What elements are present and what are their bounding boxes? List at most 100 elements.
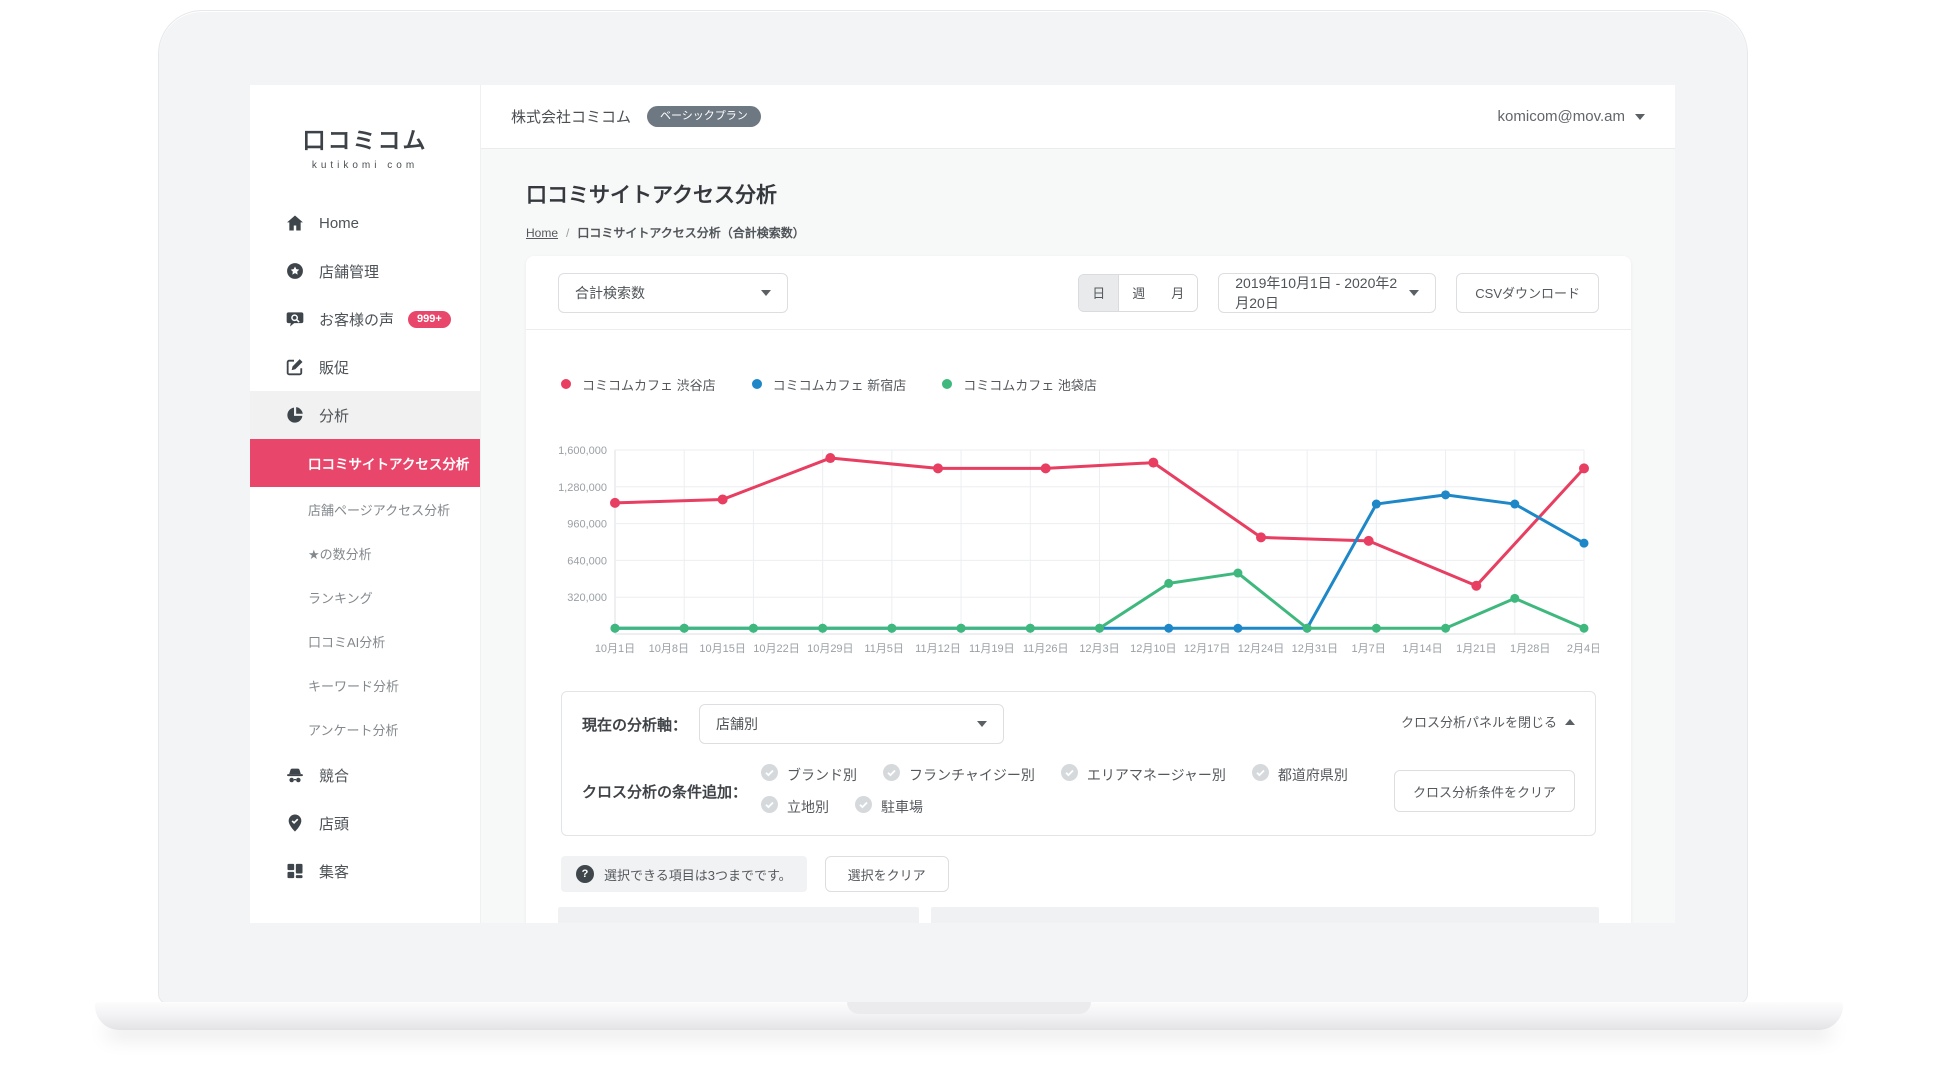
legend-dot xyxy=(942,379,953,389)
data-point[interactable] xyxy=(1371,623,1381,633)
breadcrumb-home-link[interactable]: Home xyxy=(526,226,558,240)
period-option-週[interactable]: 週 xyxy=(1119,274,1159,311)
data-point[interactable] xyxy=(1579,623,1589,633)
sidebar-subitem-review-ai[interactable]: 口コミAI分析 xyxy=(250,619,480,663)
sidebar-subitem-label: ランキング xyxy=(308,590,373,606)
checkbox-circle-icon xyxy=(1251,764,1269,786)
data-point[interactable] xyxy=(1025,623,1035,633)
sidebar-subitem-label: 店舗ページアクセス分析 xyxy=(308,502,451,518)
clear-selection-button[interactable]: 選択をクリア xyxy=(824,856,949,892)
data-point[interactable] xyxy=(1302,623,1312,633)
condition-label: ブランド別 xyxy=(787,767,858,783)
sidebar-item-customer-voice[interactable]: お客様の声 999+ xyxy=(250,295,480,343)
app-screen: 口コミコム kutikomi com Home 店舗管理 お客様の声 999+ 販促 分析… xyxy=(250,85,1675,923)
data-point[interactable] xyxy=(825,453,836,464)
sidebar-subitem-store-page-access[interactable]: 店舗ページアクセス分析 xyxy=(250,487,480,531)
svg-text:320,000: 320,000 xyxy=(567,592,607,604)
logo-subtext: kutikomi com xyxy=(311,160,419,171)
sidebar-subitem-review-site-access[interactable]: 口コミサイトアクセス分析 xyxy=(250,439,480,487)
csv-download-button[interactable]: CSVダウンロード xyxy=(1456,272,1599,313)
data-point[interactable] xyxy=(1579,463,1589,474)
sidebar-item-store-management[interactable]: 店舗管理 xyxy=(250,247,480,295)
sidebar-item-home[interactable]: Home xyxy=(250,199,480,247)
sidebar-subitem-ranking[interactable]: ランキング xyxy=(250,575,480,619)
sidebar-item-label: Home xyxy=(319,214,360,232)
data-point[interactable] xyxy=(933,463,943,474)
data-point[interactable] xyxy=(610,623,620,633)
sidebar-subitem-star-count[interactable]: ★の数分析 xyxy=(250,531,480,575)
sidebar-item-label: 競合 xyxy=(319,767,350,785)
chart-legend: コミコムカフェ 渋谷店 コミコムカフェ 新宿店 コミコムカフェ 池袋店 xyxy=(561,376,1596,393)
plan-badge: ベーシックプラン xyxy=(647,106,761,127)
condition-checkbox-エリアマネージャー別[interactable]: エリアマネージャー別 xyxy=(1060,764,1226,786)
checkbox-circle-icon xyxy=(855,796,873,818)
notification-badge: 999+ xyxy=(408,310,451,328)
sidebar: 口コミコム kutikomi com Home 店舗管理 お客様の声 999+ 販促 分析… xyxy=(250,85,481,923)
sidebar-item-label: お客様の声 xyxy=(319,311,395,329)
sidebar-item-label: 集客 xyxy=(319,863,350,881)
data-point[interactable] xyxy=(1233,568,1243,578)
data-point[interactable] xyxy=(1510,593,1520,603)
company-name: 株式会社コミコム xyxy=(511,109,632,126)
data-point[interactable] xyxy=(1441,490,1451,500)
data-point[interactable] xyxy=(1363,535,1374,546)
conditions-label: クロス分析の条件追加： xyxy=(582,783,748,801)
breadcrumb: Home / 口コミサイトアクセス分析（合計検索数） xyxy=(526,224,1630,241)
data-point[interactable] xyxy=(818,623,828,633)
condition-checkbox-都道府県別[interactable]: 都道府県別 xyxy=(1251,764,1348,786)
metric-select[interactable]: 合計検索数 xyxy=(558,272,788,313)
data-table-header xyxy=(558,907,1599,923)
data-point[interactable] xyxy=(1148,457,1159,468)
data-point[interactable] xyxy=(1256,532,1266,543)
attract-icon xyxy=(284,860,306,882)
data-point[interactable] xyxy=(956,623,966,633)
condition-label: フランチャイジー別 xyxy=(909,767,1035,783)
data-point[interactable] xyxy=(1164,623,1174,633)
data-point[interactable] xyxy=(748,623,758,633)
data-point[interactable] xyxy=(1371,499,1381,509)
analysis-axis-select[interactable]: 店舗別 xyxy=(699,704,1005,744)
header-right-controls: 日週月 2019年10月1日 - 2020年2月20日 CSVダウンロード xyxy=(1078,272,1599,313)
condition-checkbox-ブランド別[interactable]: ブランド別 xyxy=(761,764,857,786)
data-point[interactable] xyxy=(1471,580,1482,591)
data-point[interactable] xyxy=(1040,463,1051,474)
svg-text:1,600,000: 1,600,000 xyxy=(558,445,607,457)
data-point[interactable] xyxy=(887,623,897,633)
sidebar-item-attraction[interactable]: 集客 xyxy=(250,847,480,895)
sidebar-item-label: 販促 xyxy=(319,359,350,377)
close-cross-panel-link[interactable]: クロス分析パネルを閉じる xyxy=(1401,712,1575,731)
breadcrumb-current: 口コミサイトアクセス分析（合計検索数） xyxy=(577,226,805,240)
account-menu[interactable]: komicom@mov.am xyxy=(1498,108,1645,125)
svg-text:1月14日: 1月14日 xyxy=(1402,643,1442,655)
condition-checkbox-フランチャイジー別[interactable]: フランチャイジー別 xyxy=(883,764,1035,786)
condition-checkbox-立地別[interactable]: 立地別 xyxy=(761,796,829,818)
data-point[interactable] xyxy=(1095,623,1104,633)
chevron-down-icon xyxy=(1635,113,1645,120)
sidebar-subitem-keyword[interactable]: キーワード分析 xyxy=(250,663,480,707)
data-point[interactable] xyxy=(610,497,620,508)
period-option-月[interactable]: 月 xyxy=(1158,274,1198,311)
checkbox-circle-icon xyxy=(761,764,779,786)
sidebar-subitem-survey[interactable]: アンケート分析 xyxy=(250,707,480,751)
sidebar-item-label: 分析 xyxy=(319,407,350,425)
condition-row-1: ブランド別 フランチャイジー別 エリアマネージャー別 都道府県別 xyxy=(761,764,1348,786)
sidebar-item-competitors[interactable]: 競合 xyxy=(250,751,480,799)
checkbox-circle-icon xyxy=(883,764,901,786)
date-range-select[interactable]: 2019年10月1日 - 2020年2月20日 xyxy=(1218,272,1437,313)
data-point[interactable] xyxy=(1441,623,1451,633)
data-point[interactable] xyxy=(1510,499,1520,509)
sidebar-item-storefront[interactable]: 店頭 xyxy=(250,799,480,847)
clear-cross-conditions-button[interactable]: クロス分析条件をクリア xyxy=(1393,770,1575,812)
period-option-日[interactable]: 日 xyxy=(1079,274,1120,311)
condition-checkbox-駐車場[interactable]: 駐車場 xyxy=(855,796,923,818)
data-point[interactable] xyxy=(679,623,689,633)
page-content: 口コミサイトアクセス分析 Home / 口コミサイトアクセス分析（合計検索数） … xyxy=(481,149,1675,923)
data-point[interactable] xyxy=(1233,623,1243,633)
condition-label: 駐車場 xyxy=(881,799,924,815)
data-point[interactable] xyxy=(1579,538,1589,548)
data-point[interactable] xyxy=(717,494,728,505)
checkbox-circle-icon xyxy=(761,796,779,818)
sidebar-item-promotion[interactable]: 販促 xyxy=(250,343,480,391)
data-point[interactable] xyxy=(1164,578,1174,588)
sidebar-item-analysis[interactable]: 分析 xyxy=(250,391,480,439)
